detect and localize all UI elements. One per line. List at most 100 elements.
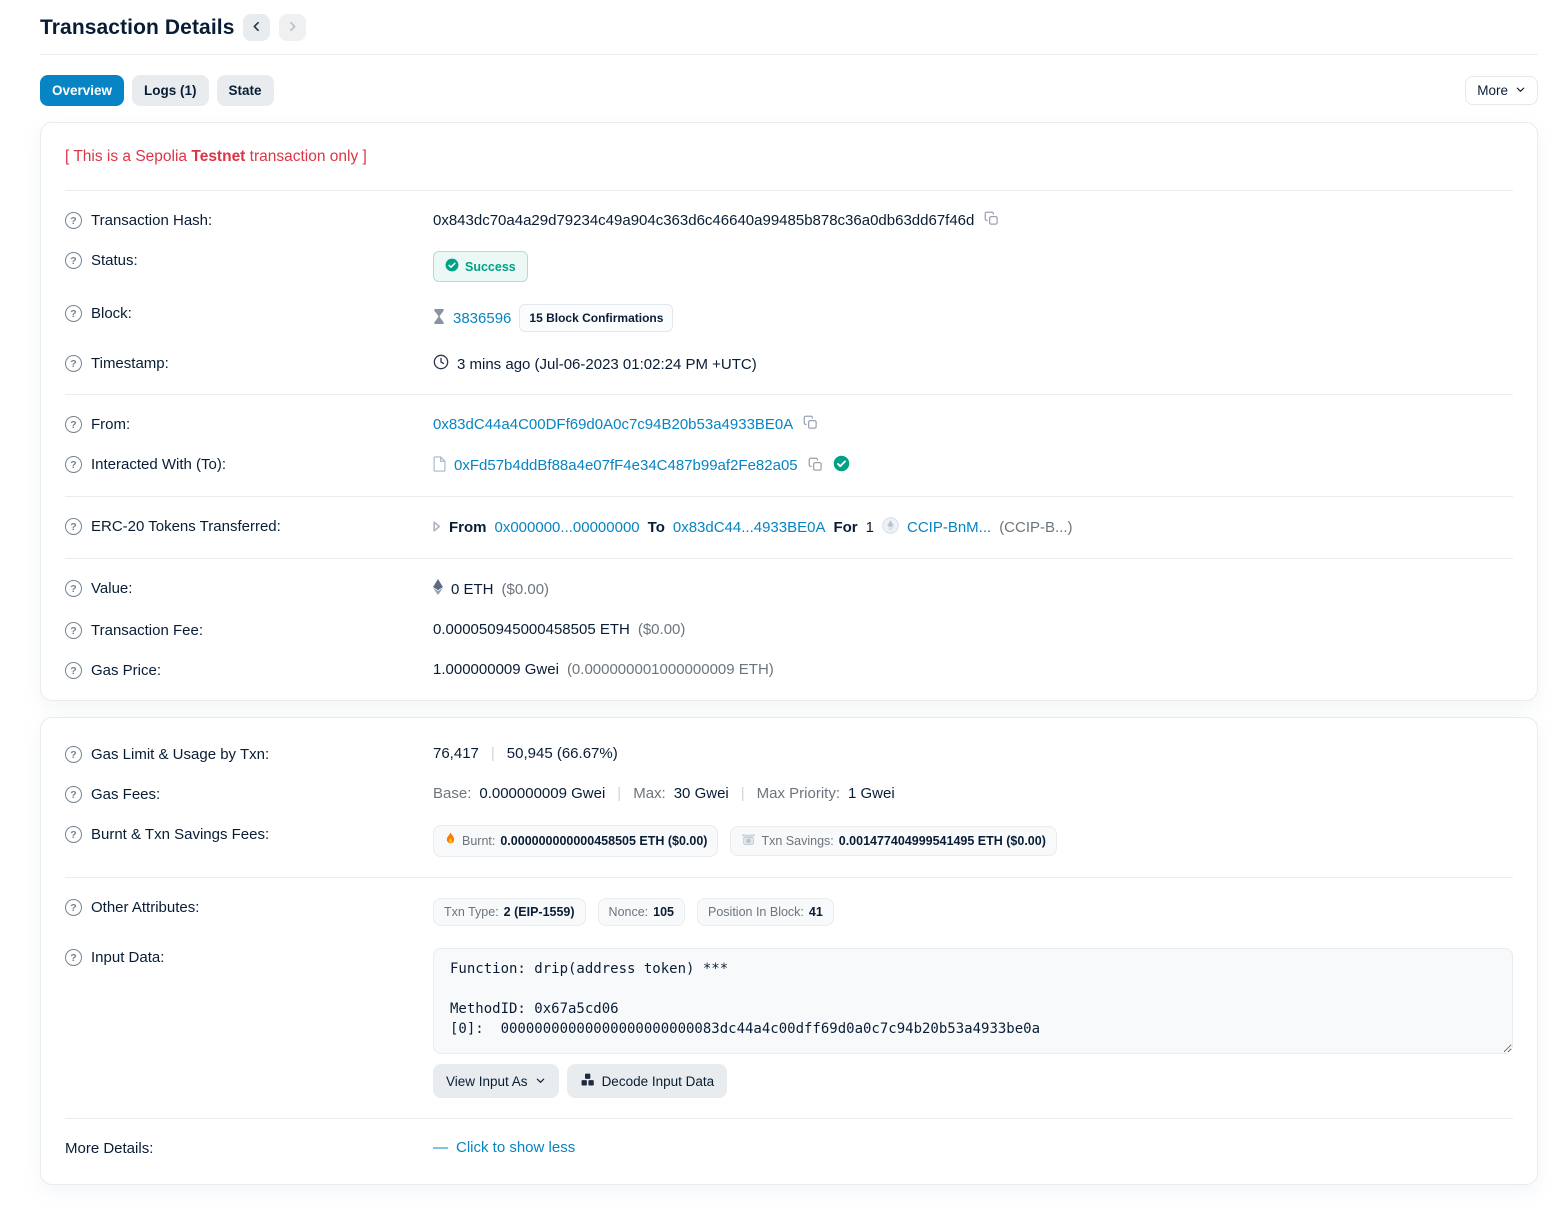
help-icon[interactable]: ?: [65, 949, 82, 966]
cubes-icon: [580, 1072, 595, 1090]
input-data-textarea[interactable]: Function: drip(address token) *** Method…: [433, 948, 1513, 1054]
verified-contract-check-icon: [833, 455, 850, 476]
copy-contract-address-button[interactable]: [806, 457, 825, 475]
from-label: From:: [91, 416, 130, 433]
previous-transaction-button[interactable]: [243, 14, 270, 41]
help-icon[interactable]: ?: [65, 746, 82, 763]
block-label: Block:: [91, 305, 132, 322]
tab-overview[interactable]: Overview: [40, 75, 124, 106]
nonce-key: Nonce:: [609, 905, 649, 919]
interacted-with-row: ? Interacted With (To): 0xFd57b4ddBf88a4…: [65, 444, 1513, 487]
value-row: ? Value: 0 ETH ($0.00): [65, 568, 1513, 610]
help-icon[interactable]: ?: [65, 252, 82, 269]
help-icon[interactable]: ?: [65, 416, 82, 433]
divider: [65, 394, 1513, 395]
help-icon[interactable]: ?: [65, 212, 82, 229]
position-in-block-key: Position In Block:: [708, 905, 804, 919]
timestamp-value: 3 mins ago (Jul-06-2023 01:02:24 PM +UTC…: [457, 356, 757, 373]
interacted-with-address-link[interactable]: 0xFd57b4ddBf88a4e07fF4e34C487b99af2Fe82a…: [454, 457, 798, 474]
help-icon[interactable]: ?: [65, 518, 82, 535]
divider: [65, 496, 1513, 497]
help-icon[interactable]: ?: [65, 826, 82, 843]
help-icon[interactable]: ?: [65, 355, 82, 372]
help-icon[interactable]: ?: [65, 622, 82, 639]
tab-logs[interactable]: Logs (1): [132, 75, 209, 106]
gas-price-label: Gas Price:: [91, 662, 161, 679]
decode-input-data-button[interactable]: Decode Input Data: [567, 1064, 728, 1098]
details-card: ? Gas Limit & Usage by Txn: 76,417 | 50,…: [40, 717, 1538, 1185]
value-amount: 0 ETH: [451, 581, 494, 598]
help-icon[interactable]: ?: [65, 899, 82, 916]
value-usd: ($0.00): [502, 581, 550, 598]
erc20-from-word: From: [449, 519, 487, 536]
timestamp-label: Timestamp:: [91, 355, 169, 372]
more-details-label: More Details:: [65, 1140, 153, 1157]
position-in-block-badge: Position In Block: 41: [697, 898, 834, 926]
erc20-from-address-link[interactable]: 0x000000...00000000: [495, 519, 640, 536]
chevron-down-icon: [1515, 83, 1526, 98]
chevron-right-icon: [286, 20, 299, 36]
more-button-label: More: [1477, 83, 1508, 98]
transaction-hash-row: ? Transaction Hash: 0x843dc70a4a29d79234…: [65, 200, 1513, 240]
burnt-fee-value: 0.000000000000458505 ETH ($0.00): [500, 834, 707, 848]
transaction-fee-row: ? Transaction Fee: 0.000050945000458505 …: [65, 610, 1513, 650]
erc20-transfers-label: ERC-20 Tokens Transferred:: [91, 518, 281, 535]
help-icon[interactable]: ?: [65, 305, 82, 322]
divider: [65, 877, 1513, 878]
help-icon[interactable]: ?: [65, 456, 82, 473]
tab-state[interactable]: State: [217, 75, 274, 106]
banner-bold: Testnet: [191, 148, 245, 165]
other-attributes-row: ? Other Attributes: Txn Type: 2 (EIP-155…: [65, 887, 1513, 937]
tabs-row: Overview Logs (1) State More: [40, 55, 1538, 122]
more-dropdown-button[interactable]: More: [1465, 76, 1538, 105]
burnt-fee-key: Burnt:: [462, 834, 495, 848]
help-icon[interactable]: ?: [65, 786, 82, 803]
status-badge: Success: [433, 251, 528, 282]
gas-price-eth: (0.000000001000000009 ETH): [567, 661, 774, 678]
chevron-down-icon: [535, 1074, 546, 1089]
gas-price-amount: 1.000000009 Gwei: [433, 661, 559, 678]
divider: [65, 1118, 1513, 1119]
max-priority-fee-label: Max Priority:: [757, 785, 840, 802]
nonce-badge: Nonce: 105: [598, 898, 685, 926]
max-fee-value: 30 Gwei: [674, 785, 729, 802]
burnt-fees-label: Burnt & Txn Savings Fees:: [91, 826, 269, 843]
txn-savings-value: 0.001477404999541495 ETH ($0.00): [839, 834, 1046, 848]
input-data-label: Input Data:: [91, 949, 164, 966]
next-transaction-button[interactable]: [279, 14, 306, 41]
help-icon[interactable]: ?: [65, 662, 82, 679]
flame-icon: [444, 832, 457, 850]
status-text: Success: [465, 260, 516, 274]
eth-diamond-icon: [433, 579, 443, 599]
click-to-show-less-link[interactable]: —Click to show less: [433, 1139, 575, 1156]
block-number-link[interactable]: 3836596: [453, 310, 511, 327]
tab-list: Overview Logs (1) State: [40, 75, 274, 106]
input-data-actions: View Input As Decode Input Data: [433, 1064, 1513, 1098]
copy-from-address-button[interactable]: [801, 415, 820, 433]
copy-hash-button[interactable]: [982, 211, 1001, 229]
help-icon[interactable]: ?: [65, 580, 82, 597]
from-address-link[interactable]: 0x83dC44a4C00DFf69d0A0c7c94B20b53a4933BE…: [433, 416, 793, 433]
txn-savings-badge: Txn Savings: 0.001477404999541495 ETH ($…: [730, 826, 1056, 856]
caret-right-icon: [433, 519, 441, 536]
transaction-fee-usd: ($0.00): [638, 621, 686, 638]
gas-fees-row: ? Gas Fees: Base: 0.000000009 Gwei | Max…: [65, 774, 1513, 814]
hourglass-icon: [433, 309, 445, 328]
contract-file-icon: [433, 456, 446, 476]
view-input-as-button[interactable]: View Input As: [433, 1064, 559, 1098]
chevron-left-icon: [250, 20, 263, 36]
txn-savings-key: Txn Savings:: [761, 834, 833, 848]
other-attributes-label: Other Attributes:: [91, 899, 199, 916]
token-symbol: (CCIP-B...): [999, 519, 1072, 536]
banner-pre: [ This is a Sepolia: [65, 148, 191, 165]
input-data-row: ? Input Data: Function: drip(address tok…: [65, 937, 1513, 1109]
token-name-link[interactable]: CCIP-BnM...: [907, 519, 991, 536]
erc20-to-address-link[interactable]: 0x83dC44...4933BE0A: [673, 519, 826, 536]
more-details-row: More Details: —Click to show less: [65, 1128, 1513, 1168]
testnet-banner: [ This is a Sepolia Testnet transaction …: [65, 131, 1513, 181]
page-title: Transaction Details: [40, 16, 234, 40]
transaction-hash-label: Transaction Hash:: [91, 212, 212, 229]
base-fee-label: Base:: [433, 785, 471, 802]
status-label: Status:: [91, 252, 138, 269]
view-input-as-label: View Input As: [446, 1074, 528, 1089]
